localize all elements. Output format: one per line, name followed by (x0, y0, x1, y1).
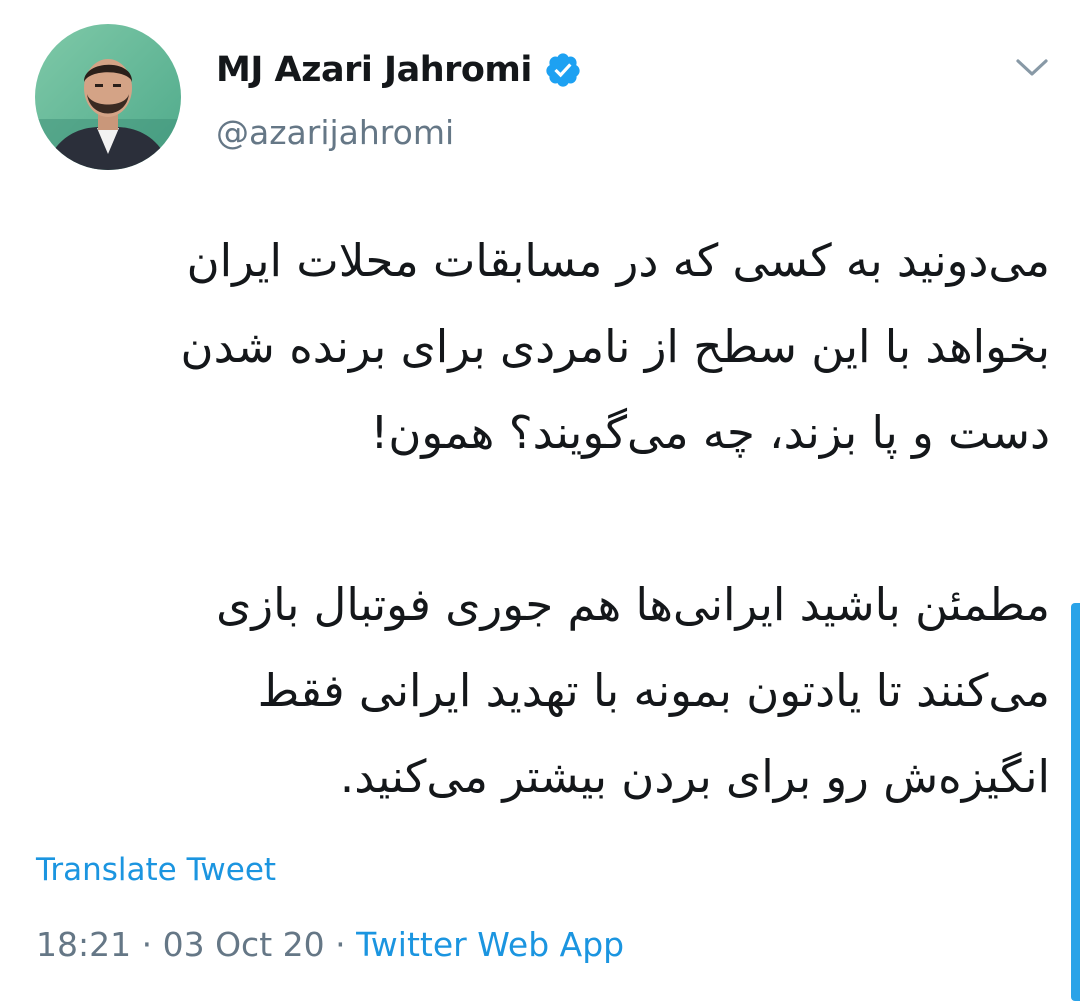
scrollbar[interactable] (1071, 603, 1080, 1001)
display-name[interactable]: MJ Azari Jahromi (216, 50, 532, 90)
tweet-line: بخواهد با این سطح از نامردی برای برنده ش… (180, 320, 1050, 373)
author-name-row[interactable]: MJ Azari Jahromi (216, 44, 582, 96)
tweet-line: مطمئن باشید ایرانی‌ها هم جوری فوتبال باز… (216, 578, 1050, 631)
tweet-paragraph-gap (30, 476, 1050, 562)
tweet-meta: 18:21 · 03 Oct 20 · Twitter Web App (36, 925, 624, 964)
chevron-down-icon[interactable] (1012, 52, 1052, 82)
meta-separator: · (131, 925, 163, 964)
tweet-line: انگیزه‌ش رو برای بردن بیشتر می‌کنید. (339, 750, 1050, 803)
tweet-source-link[interactable]: Twitter Web App (356, 925, 624, 964)
avatar[interactable] (35, 24, 181, 170)
tweet-text: می‌دونید به کسی که در مسابقات محلات ایرا… (30, 218, 1050, 820)
tweet-time[interactable]: 18:21 (36, 925, 131, 964)
tweet-date[interactable]: 03 Oct 20 (163, 925, 325, 964)
verified-badge-icon (544, 51, 582, 89)
author-handle[interactable]: @azarijahromi (216, 113, 454, 152)
translate-tweet-link[interactable]: Translate Tweet (36, 852, 276, 888)
avatar-image (35, 24, 181, 170)
tweet-line: می‌دونید به کسی که در مسابقات محلات ایرا… (186, 234, 1050, 287)
tweet-line: می‌کنند تا یادتون بمونه با تهدید ایرانی … (257, 664, 1050, 717)
tweet-line: دست و پا بزند، چه می‌گویند؟ همون! (370, 406, 1050, 459)
meta-separator: · (324, 925, 357, 964)
